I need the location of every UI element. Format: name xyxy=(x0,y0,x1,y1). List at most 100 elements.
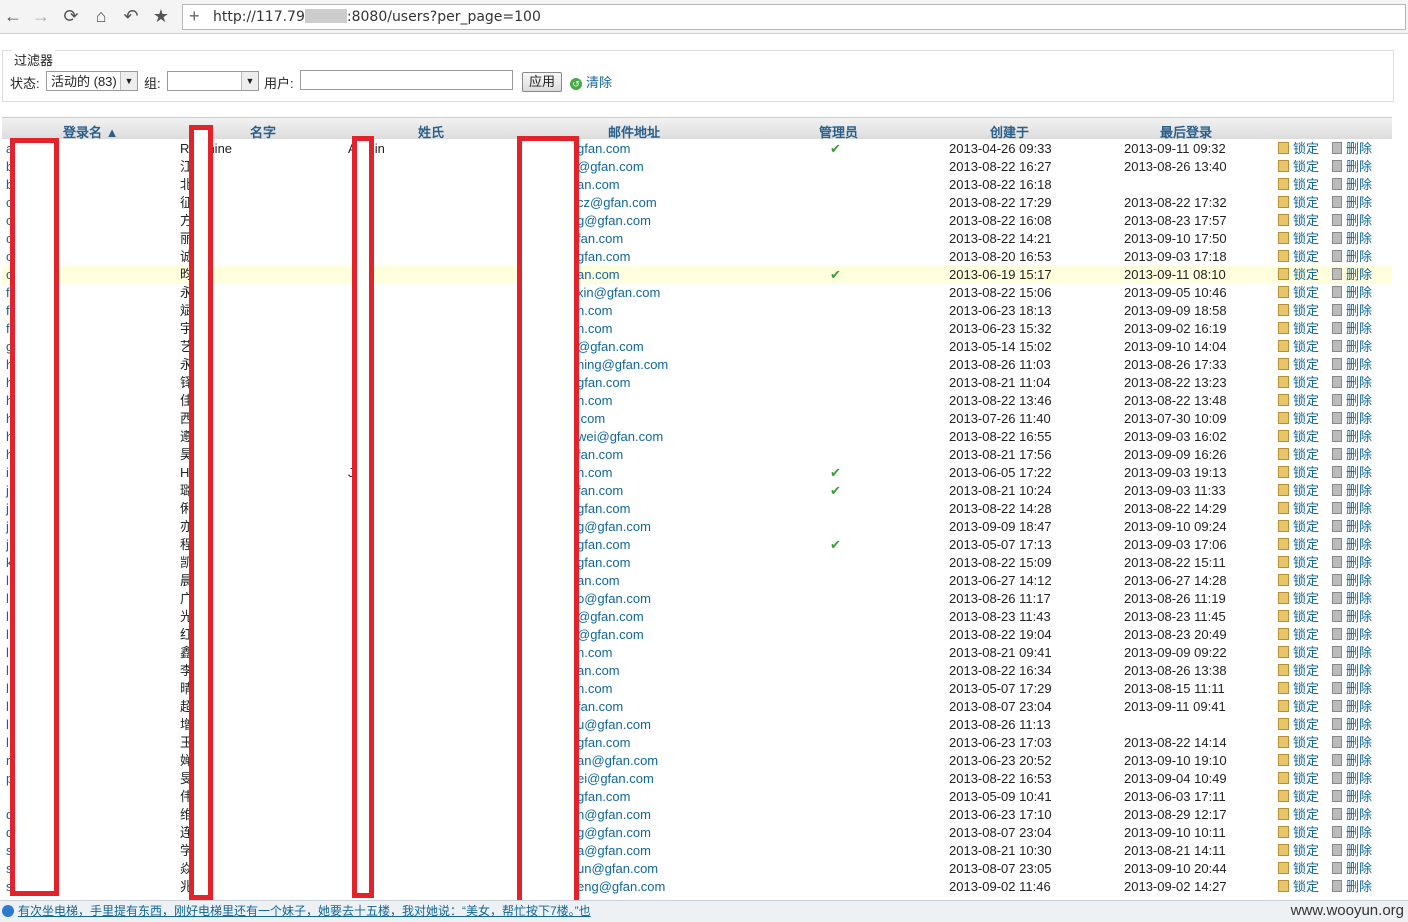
lock-link[interactable]: 锁定 xyxy=(1278,842,1319,860)
email-cell[interactable]: gfan.com xyxy=(577,248,630,266)
email-cell[interactable]: n.com xyxy=(577,320,612,338)
delete-link[interactable]: 删除 xyxy=(1332,608,1372,626)
login-cell[interactable]: l xyxy=(6,572,9,590)
forward-icon[interactable]: → xyxy=(30,5,52,27)
lock-link[interactable]: 锁定 xyxy=(1278,248,1319,266)
email-cell[interactable]: g@gfan.com xyxy=(577,212,651,230)
lock-link[interactable]: 锁定 xyxy=(1278,410,1319,428)
email-cell[interactable]: gfan.com xyxy=(577,734,630,752)
col-firstname[interactable]: 名字 xyxy=(250,122,276,141)
lock-link[interactable]: 锁定 xyxy=(1278,518,1319,536)
user-input[interactable] xyxy=(300,70,513,90)
delete-link[interactable]: 删除 xyxy=(1332,842,1372,860)
email-cell[interactable]: @gfan.com xyxy=(577,158,644,176)
lock-link[interactable]: 锁定 xyxy=(1278,194,1319,212)
email-cell[interactable]: g@gfan.com xyxy=(577,824,651,842)
email-cell[interactable]: fan.com xyxy=(577,482,623,500)
email-cell[interactable]: a@gfan.com xyxy=(577,842,651,860)
reload-icon[interactable]: ⟳ xyxy=(60,5,82,27)
delete-link[interactable]: 删除 xyxy=(1332,230,1372,248)
lock-link[interactable]: 锁定 xyxy=(1278,320,1319,338)
delete-link[interactable]: 删除 xyxy=(1332,194,1372,212)
email-cell[interactable]: n.com xyxy=(577,644,612,662)
login-cell[interactable]: l xyxy=(6,716,9,734)
login-cell[interactable]: l xyxy=(6,644,9,662)
email-cell[interactable]: @gfan.com xyxy=(577,338,644,356)
lock-link[interactable]: 锁定 xyxy=(1278,698,1319,716)
email-cell[interactable]: an.com xyxy=(577,572,620,590)
lock-link[interactable]: 锁定 xyxy=(1278,140,1319,158)
login-cell[interactable]: j xyxy=(6,482,9,500)
delete-link[interactable]: 删除 xyxy=(1332,788,1372,806)
email-cell[interactable]: gfan.com xyxy=(577,788,630,806)
login-cell[interactable]: j xyxy=(6,500,9,518)
delete-link[interactable]: 删除 xyxy=(1332,680,1372,698)
lock-link[interactable]: 锁定 xyxy=(1278,536,1319,554)
delete-link[interactable]: 删除 xyxy=(1332,716,1372,734)
col-lastlogin[interactable]: 最后登录 xyxy=(1160,122,1212,141)
email-cell[interactable]: un@gfan.com xyxy=(577,860,658,878)
lock-link[interactable]: 锁定 xyxy=(1278,230,1319,248)
email-cell[interactable]: ei@gfan.com xyxy=(577,770,654,788)
delete-link[interactable]: 删除 xyxy=(1332,140,1372,158)
lock-link[interactable]: 锁定 xyxy=(1278,446,1319,464)
delete-link[interactable]: 删除 xyxy=(1332,500,1372,518)
delete-link[interactable]: 删除 xyxy=(1332,212,1372,230)
delete-link[interactable]: 删除 xyxy=(1332,266,1372,284)
login-cell[interactable]: i xyxy=(6,464,9,482)
delete-link[interactable]: 删除 xyxy=(1332,806,1372,824)
lock-link[interactable]: 锁定 xyxy=(1278,824,1319,842)
delete-link[interactable]: 删除 xyxy=(1332,428,1372,446)
login-cell[interactable]: l xyxy=(6,680,9,698)
delete-link[interactable]: 删除 xyxy=(1332,698,1372,716)
delete-link[interactable]: 删除 xyxy=(1332,824,1372,842)
col-created[interactable]: 创建于 xyxy=(990,122,1029,141)
delete-link[interactable]: 删除 xyxy=(1332,518,1372,536)
email-cell[interactable]: u@gfan.com xyxy=(577,716,651,734)
email-cell[interactable]: o@gfan.com xyxy=(577,590,651,608)
delete-link[interactable]: 删除 xyxy=(1332,626,1372,644)
delete-link[interactable]: 删除 xyxy=(1332,770,1372,788)
lock-link[interactable]: 锁定 xyxy=(1278,662,1319,680)
login-cell[interactable]: l xyxy=(6,608,9,626)
ticker-link[interactable]: 有次坐电梯，手里提有东西，刚好电梯里还有一个妹子，她要去十五楼，我对她说：“美女… xyxy=(18,901,591,921)
address-bar[interactable]: + http://117.79:8080/users?per_page=100 xyxy=(182,4,1406,30)
email-cell[interactable]: an.com xyxy=(577,662,620,680)
delete-link[interactable]: 删除 xyxy=(1332,176,1372,194)
email-cell[interactable]: eng@gfan.com xyxy=(577,878,665,896)
delete-link[interactable]: 删除 xyxy=(1332,284,1372,302)
login-cell[interactable]: j xyxy=(6,536,9,554)
lock-link[interactable]: 锁定 xyxy=(1278,752,1319,770)
lock-link[interactable]: 锁定 xyxy=(1278,716,1319,734)
col-lastname[interactable]: 姓氏 xyxy=(418,122,444,141)
lock-link[interactable]: 锁定 xyxy=(1278,176,1319,194)
lock-link[interactable]: 锁定 xyxy=(1278,302,1319,320)
email-cell[interactable]: fan.com xyxy=(577,446,623,464)
email-cell[interactable]: ning@gfan.com xyxy=(577,356,668,374)
delete-link[interactable]: 删除 xyxy=(1332,392,1372,410)
delete-link[interactable]: 删除 xyxy=(1332,536,1372,554)
email-cell[interactable]: n.com xyxy=(577,680,612,698)
email-cell[interactable]: an.com xyxy=(577,176,620,194)
lock-link[interactable]: 锁定 xyxy=(1278,338,1319,356)
delete-link[interactable]: 删除 xyxy=(1332,374,1372,392)
group-select[interactable]: ▼ xyxy=(167,71,259,91)
email-cell[interactable]: gfan.com xyxy=(577,500,630,518)
col-email[interactable]: 邮件地址 xyxy=(608,122,660,141)
delete-link[interactable]: 删除 xyxy=(1332,554,1372,572)
delete-link[interactable]: 删除 xyxy=(1332,734,1372,752)
lock-link[interactable]: 锁定 xyxy=(1278,374,1319,392)
delete-link[interactable]: 删除 xyxy=(1332,662,1372,680)
url-text[interactable]: http://117.79:8080/users?per_page=100 xyxy=(213,9,541,25)
email-cell[interactable]: gfan.com xyxy=(577,140,630,158)
delete-link[interactable]: 删除 xyxy=(1332,644,1372,662)
email-cell[interactable]: gfan.com xyxy=(577,536,630,554)
login-cell[interactable]: l xyxy=(6,698,9,716)
apply-button[interactable]: 应用 xyxy=(522,72,562,92)
email-cell[interactable]: @gfan.com xyxy=(577,626,644,644)
login-cell[interactable]: l xyxy=(6,590,9,608)
back-icon[interactable]: ← xyxy=(2,5,24,27)
email-cell[interactable]: n.com xyxy=(577,302,612,320)
lock-link[interactable]: 锁定 xyxy=(1278,212,1319,230)
email-cell[interactable]: n.com xyxy=(577,392,612,410)
